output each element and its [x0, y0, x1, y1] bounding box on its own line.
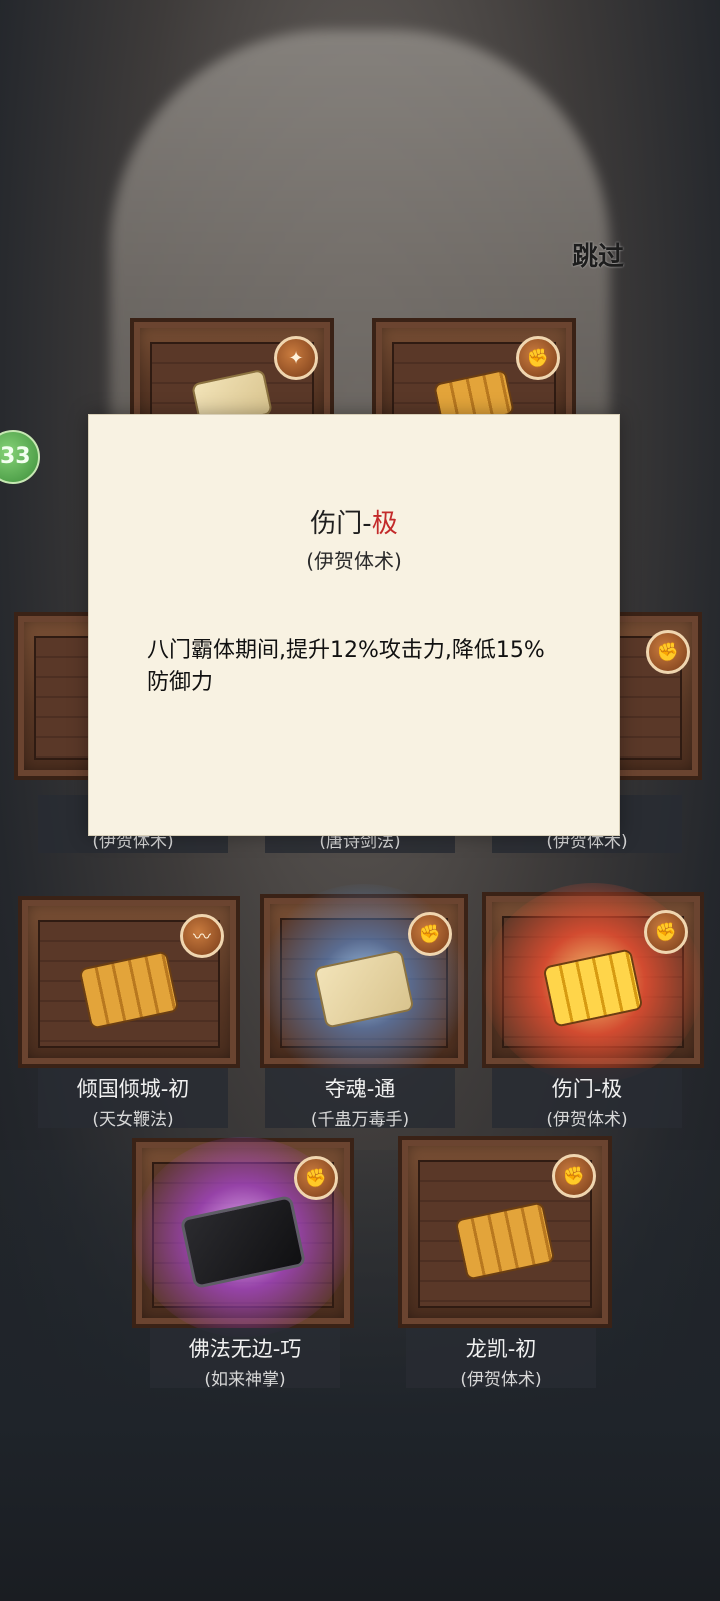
dialog-title: 伤门-极	[89, 503, 619, 540]
card-label-4: 佛法无边-巧 (如来神掌)	[150, 1328, 340, 1390]
dialog-description: 八门霸体期间,提升12%攻击力,降低15%防御力	[147, 638, 545, 695]
background-floor	[0, 1150, 720, 1601]
dialog-title-grade: 极	[371, 509, 398, 539]
skill-detail-dialog[interactable]: 伤门-极 (伊贺体术) 八门霸体期间,提升12%攻击力,降低15%防御力	[88, 414, 620, 836]
card-label-1: 倾国倾城-初 (天女鞭法)	[38, 1068, 228, 1130]
side-level-badge[interactable]: 33	[0, 430, 40, 484]
dialog-subtitle: (伊贺体术)	[306, 549, 402, 573]
side-badge-value: 33	[0, 444, 31, 469]
crate-card-3[interactable]: ✊	[482, 883, 704, 1084]
fist-icon: ✊	[646, 630, 690, 674]
card-label-5: 龙凯-初 (伊贺体术)	[406, 1328, 596, 1390]
fist-icon: ✊	[644, 910, 688, 954]
crate-card-4[interactable]: ✊	[132, 1136, 354, 1337]
fist-icon: ✊	[408, 912, 452, 956]
whip-icon: 〰	[180, 914, 224, 958]
fist-icon: ✊	[552, 1154, 596, 1198]
fist-icon: ✊	[516, 336, 560, 380]
crate-card-2[interactable]: ✊	[254, 884, 474, 1085]
card-label-3: 伤门-极 (伊贺体术)	[492, 1068, 682, 1130]
skip-button[interactable]: 跳过	[572, 236, 624, 273]
flame-icon: ✦	[274, 336, 318, 380]
card-label-2: 夺魂-通 (千蛊万毒手)	[265, 1068, 455, 1130]
crate-card-1[interactable]: 〰	[18, 896, 240, 1068]
dialog-title-prefix: 伤门-	[310, 509, 372, 539]
fist-icon: ✊	[294, 1156, 338, 1200]
crate-card-5[interactable]: ✊	[398, 1136, 612, 1328]
